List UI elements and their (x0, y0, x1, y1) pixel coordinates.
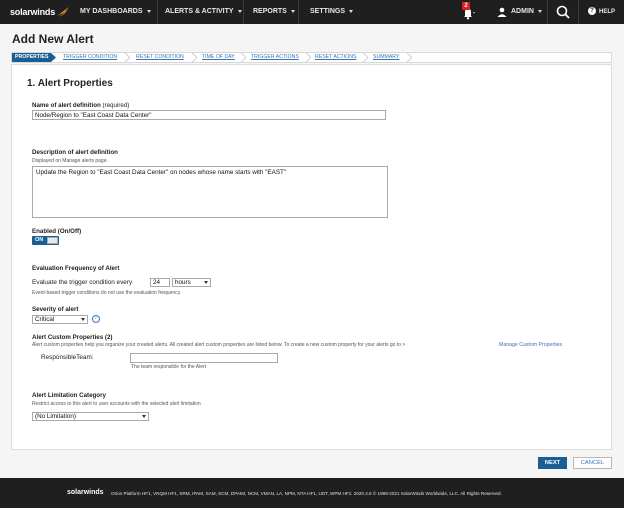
logo-bird-icon (57, 7, 70, 17)
help-button[interactable]: ? HELP (588, 0, 615, 24)
nav-divider (157, 0, 158, 24)
alert-properties-panel: 1. Alert Properties Name of alert defini… (11, 64, 612, 450)
manage-custom-properties-link[interactable]: Manage Custom Properties (499, 342, 562, 348)
alert-name-input[interactable]: Node/Region to "East Coast Data Center" (32, 110, 386, 120)
chevron-right-icon (192, 53, 197, 62)
chevron-right-icon (241, 53, 246, 62)
step-trigger-condition[interactable]: TRIGGER CONDITION (63, 53, 117, 62)
custom-properties-hint: Alert custom properties help you organiz… (32, 342, 406, 348)
notification-count-badge: 2 (462, 2, 470, 10)
evaluation-unit-value: hours (175, 279, 191, 286)
section-title: 1. Alert Properties (27, 78, 113, 89)
alert-limitation-label: Alert Limitation Category (32, 392, 106, 399)
nav-divider (243, 0, 244, 24)
nav-reports-label: REPORTS (253, 8, 287, 15)
chevron-down-icon (81, 318, 85, 321)
description-textarea[interactable]: Update the Region to "East Coast Data Ce… (32, 166, 388, 218)
nav-reports[interactable]: REPORTS (253, 0, 295, 24)
evaluation-unit-select[interactable]: hours (172, 278, 211, 287)
nav-divider (298, 0, 299, 24)
severity-select[interactable]: Critical (32, 315, 88, 324)
evaluation-frequency-input[interactable]: 24 (150, 278, 170, 287)
responsible-team-input[interactable] (130, 353, 278, 363)
chevron-down-icon (237, 9, 242, 13)
chevron-down-icon (290, 9, 295, 13)
evaluation-frequency-label: Evaluation Frequency of Alert (32, 265, 120, 272)
info-icon[interactable]: i (92, 315, 100, 323)
step-time-of-day[interactable]: TIME OF DAY (202, 53, 235, 62)
nav-divider (578, 0, 579, 24)
description-hint: Displayed on Manage alerts page. (32, 158, 108, 164)
page-title: Add New Alert (12, 32, 94, 46)
chevron-right-icon (407, 53, 412, 62)
name-label-text: Name of alert definition (32, 102, 101, 109)
description-label: Description of alert definition (32, 149, 118, 156)
alert-limitation-select[interactable]: (No Limitation) (32, 412, 149, 421)
user-menu[interactable]: ADMIN (511, 0, 542, 24)
nav-alerts-activity[interactable]: ALERTS & ACTIVITY (165, 0, 242, 24)
footer-logo: solarwinds (67, 489, 104, 496)
footer: solarwinds Orion Platform HF1, VNQM HF1,… (0, 478, 624, 508)
nav-my-dashboards-label: MY DASHBOARDS (80, 8, 143, 15)
enabled-label: Enabled (On/Off) (32, 228, 82, 235)
required-note: (required) (102, 102, 130, 109)
custom-properties-label: Alert Custom Properties (2) (32, 334, 113, 341)
next-button[interactable]: NEXT (538, 457, 567, 469)
toggle-on-label: ON (35, 237, 44, 243)
nav-settings-label: SETTINGS (310, 8, 346, 15)
chevron-down-icon (204, 281, 208, 284)
nav-my-dashboards[interactable]: MY DASHBOARDS (80, 0, 151, 24)
search-icon[interactable] (556, 5, 570, 19)
alert-limitation-value: (No Limitation) (35, 413, 76, 420)
nav-divider (547, 0, 548, 24)
chevron-down-icon (349, 9, 354, 13)
chevron-right-icon (125, 53, 130, 62)
help-label: HELP (599, 9, 616, 15)
solarwinds-logo[interactable]: solarwinds (10, 5, 70, 19)
wizard-steps: PROPERTIES TRIGGER CONDITION RESET CONDI… (11, 52, 612, 63)
top-navigation-bar: solarwinds MY DASHBOARDS ALERTS & ACTIVI… (0, 0, 624, 24)
responsible-team-label: ResponsibleTeam: (41, 354, 94, 361)
severity-label: Severity of alert (32, 306, 79, 313)
logo-text: solarwinds (10, 7, 56, 17)
user-name: ADMIN (511, 8, 534, 15)
name-label: Name of alert definition (required) (32, 102, 129, 109)
step-summary[interactable]: SUMMARY (373, 53, 399, 62)
chevron-down-icon (537, 9, 542, 13)
step-properties[interactable]: PROPERTIES (12, 53, 52, 62)
step-reset-actions[interactable]: RESET ACTIONS (315, 53, 356, 62)
chevron-down-icon (142, 415, 146, 418)
nav-alerts-activity-label: ALERTS & ACTIVITY (165, 8, 234, 15)
evaluation-text: Evaluate the trigger condition every (32, 279, 133, 286)
cancel-button[interactable]: CANCEL (573, 457, 612, 469)
chevron-right-icon (363, 53, 368, 62)
alert-limitation-hint: Restrict access to this alert to user ac… (32, 401, 201, 407)
footer-copyright: Orion Platform HF1, VNQM HF1, SRM, IPAM,… (111, 491, 502, 496)
step-reset-condition[interactable]: RESET CONDITION (136, 53, 184, 62)
responsible-team-hint: The team responsible for the Alert (131, 364, 207, 370)
chevron-down-icon (146, 9, 151, 13)
step-trigger-actions[interactable]: TRIGGER ACTIONS (251, 53, 299, 62)
evaluation-hint: Event-based trigger conditions do not us… (32, 290, 182, 296)
severity-value: Critical (35, 316, 55, 323)
help-icon: ? (588, 7, 596, 16)
toggle-knob (47, 237, 58, 244)
user-icon (497, 7, 507, 17)
nav-settings[interactable]: SETTINGS (310, 0, 354, 24)
chevron-right-icon (51, 53, 56, 62)
chevron-right-icon (306, 53, 311, 62)
enabled-toggle[interactable]: ON (32, 236, 59, 245)
